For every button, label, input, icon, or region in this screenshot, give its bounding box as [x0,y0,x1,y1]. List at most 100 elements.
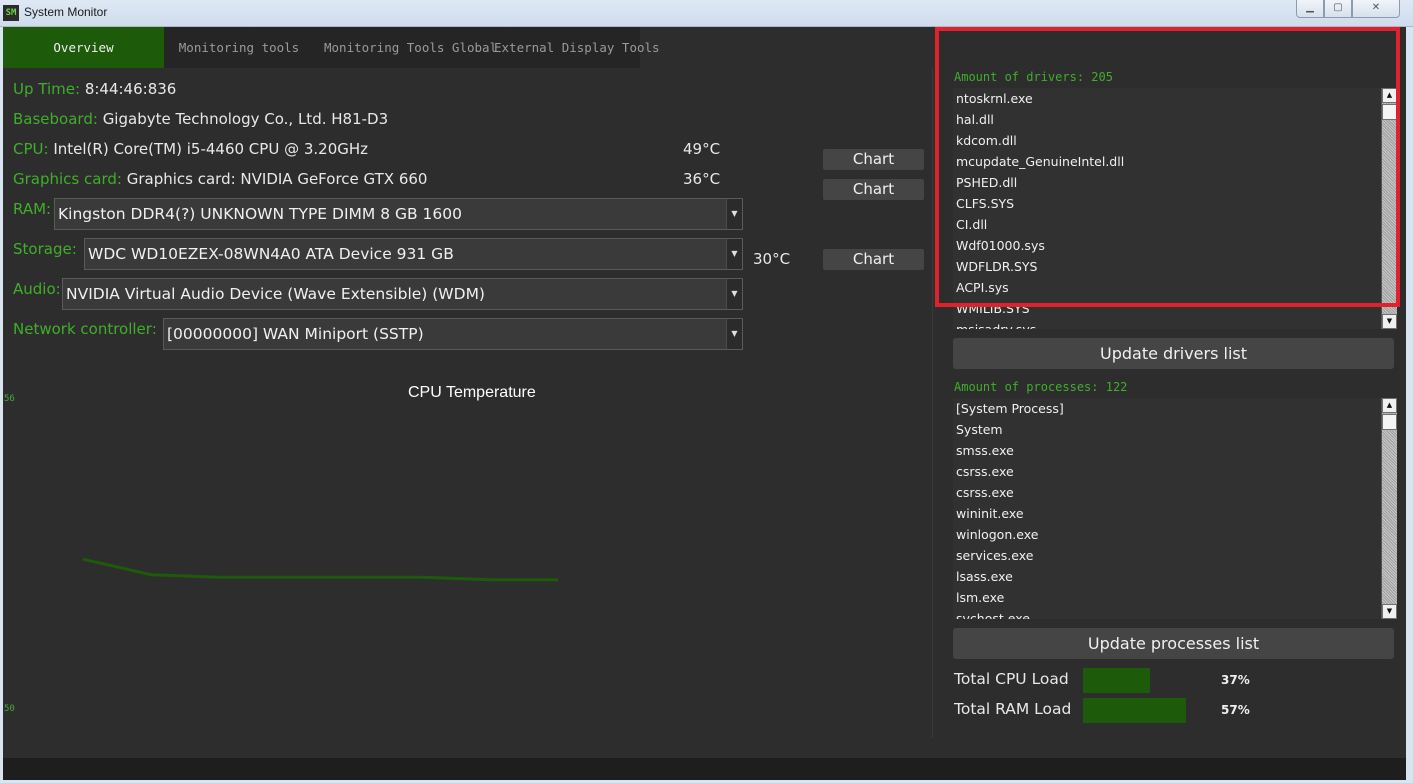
driver-list-item[interactable]: WMILIB.SYS [953,298,1397,319]
driver-list-item[interactable]: Wdf01000.sys [953,235,1397,256]
cpu-load-fill [1083,668,1150,693]
baseboard-row: Baseboard: Gigabyte Technology Co., Ltd.… [13,110,388,128]
chevron-down-icon[interactable]: ▼ [726,199,742,229]
cpu-load-bar: 37% [1083,668,1263,693]
ram-load-percent: 57% [1221,703,1250,717]
baseboard-value: Gigabyte Technology Co., Ltd. H81-D3 [102,110,389,128]
process-list-item[interactable]: services.exe [953,545,1397,566]
app-logo-icon: SM [3,5,19,21]
process-list-item[interactable]: wininit.exe [953,503,1397,524]
process-list-item[interactable]: csrss.exe [953,461,1397,482]
minimize-button[interactable]: ▁ [1296,0,1324,18]
scroll-thumb[interactable] [1382,104,1397,120]
tab-overview[interactable]: Overview [3,27,164,68]
baseboard-label: Baseboard: [13,110,98,128]
status-bar [3,758,1406,780]
driver-list-item[interactable]: kdcom.dll [953,130,1397,151]
storage-dropdown-value: WDC WD10EZEX-08WN4A0 ATA Device 931 GB [88,245,454,263]
process-list-item[interactable]: svchost.exe [953,608,1397,619]
tab-monitoring-tools-global[interactable]: Monitoring Tools Global [314,27,497,68]
process-list-item[interactable]: lsm.exe [953,587,1397,608]
ram-label: RAM: [13,200,51,218]
ram-load-fill [1083,698,1186,723]
gpu-row: Graphics card: Graphics card: NVIDIA GeF… [13,170,427,188]
processes-list[interactable]: [System Process] System smss.exe csrss.exe c… [953,398,1397,619]
gpu-label: Graphics card: [13,170,122,188]
process-list-item[interactable]: [System Process] [953,398,1397,419]
maximize-button[interactable]: ▢ [1324,0,1352,18]
scroll-up-icon[interactable]: ▲ [1382,398,1397,413]
driver-list-item[interactable]: WDFLDR.SYS [953,256,1397,277]
network-dropdown-value: [00000000] WAN Miniport (SSTP) [167,325,424,343]
process-list-item[interactable]: System [953,419,1397,440]
gpu-value: Graphics card: NVIDIA GeForce GTX 660 [126,170,428,188]
window-title: System Monitor [24,5,108,19]
audio-label-text: Audio: [13,280,61,298]
ram-label-text: RAM: [13,200,52,218]
scroll-up-icon[interactable]: ▲ [1382,88,1397,103]
storage-label-text: Storage: [13,240,77,258]
network-label: Network controller: [13,320,157,338]
process-list-item[interactable]: winlogon.exe [953,524,1397,545]
title-bar: SM System Monitor ▁ ▢ ✕ [0,0,1413,27]
ram-dropdown[interactable]: Kingston DDR4(?) UNKNOWN TYPE DIMM 8 GB … [54,198,743,230]
ram-load-bar: 57% [1083,698,1263,723]
update-drivers-button[interactable]: Update drivers list [953,338,1394,369]
chevron-down-icon[interactable]: ▼ [726,319,742,349]
network-dropdown[interactable]: [00000000] WAN Miniport (SSTP) ▼ [163,318,743,350]
cpu-label: CPU: [13,140,49,158]
uptime-label: Up Time: [13,80,81,98]
driver-list-item[interactable]: CLFS.SYS [953,193,1397,214]
storage-dropdown[interactable]: WDC WD10EZEX-08WN4A0 ATA Device 931 GB ▼ [84,238,743,270]
scroll-down-icon[interactable]: ▼ [1382,604,1397,619]
cpu-value: Intel(R) Core(TM) i5-4460 CPU @ 3.20GHz [53,140,369,158]
drivers-count-label: Amount of drivers: 205 [954,70,1113,84]
cpu-temperature: 49°C [683,140,721,158]
cpu-row: CPU: Intel(R) Core(TM) i5-4460 CPU @ 3.2… [13,140,368,158]
process-list-item[interactable]: lsass.exe [953,566,1397,587]
driver-list-item[interactable]: mcupdate_GenuineIntel.dll [953,151,1397,172]
storage-temperature: 30°C [753,250,791,268]
gpu-temperature: 36°C [683,170,721,188]
drivers-scrollbar[interactable]: ▲ ▼ [1381,88,1397,329]
audio-dropdown-value: NVIDIA Virtual Audio Device (Wave Extens… [66,285,485,303]
ram-dropdown-value: Kingston DDR4(?) UNKNOWN TYPE DIMM 8 GB … [58,205,463,223]
driver-list-item[interactable]: PSHED.dll [953,172,1397,193]
cpu-load-label: Total CPU Load [954,670,1069,688]
scroll-down-icon[interactable]: ▼ [1382,314,1397,329]
chart-series-line [82,557,558,582]
chevron-down-icon[interactable]: ▼ [726,239,742,269]
driver-list-item[interactable]: ACPI.sys [953,277,1397,298]
driver-list-item[interactable]: hal.dll [953,109,1397,130]
cpu-load-percent: 37% [1221,673,1250,687]
tab-bar: Overview Monitoring tools Monitoring Too… [3,27,660,68]
process-list-item[interactable]: csrss.exe [953,482,1397,503]
ram-load-label: Total RAM Load [954,700,1072,718]
processes-count-label: Amount of processes: 122 [954,380,1128,394]
scroll-thumb[interactable] [1382,414,1397,430]
audio-label: Audio: [13,280,61,298]
process-list-item[interactable]: smss.exe [953,440,1397,461]
cpu-temperature-chart [82,557,558,582]
driver-list-item[interactable]: CI.dll [953,214,1397,235]
chevron-down-icon[interactable]: ▼ [726,279,742,309]
storage-chart-button[interactable]: Chart [823,249,924,270]
tab-monitoring-tools[interactable]: Monitoring tools [164,27,314,68]
cpu-chart-button[interactable]: Chart [823,149,924,170]
driver-list-item[interactable]: msisadrv.sys [953,319,1397,329]
driver-list-item[interactable]: ntoskrnl.exe [953,88,1397,109]
drivers-list-items: ntoskrnl.exe hal.dll kdcom.dll mcupdate_Gen… [953,88,1397,329]
uptime-value: 8:44:46:836 [84,80,177,98]
drivers-list[interactable]: ntoskrnl.exe hal.dll kdcom.dll mcupdate_Gen… [953,88,1397,329]
close-button[interactable]: ✕ [1352,0,1400,18]
storage-label: Storage: [13,240,77,258]
tab-external-display-tools[interactable]: External Display Tools [484,27,660,68]
uptime-row: Up Time: 8:44:46:836 [13,80,176,98]
update-processes-button[interactable]: Update processes list [953,628,1394,659]
panel-divider [932,68,933,738]
gpu-chart-button[interactable]: Chart [823,179,924,200]
audio-dropdown[interactable]: NVIDIA Virtual Audio Device (Wave Extens… [62,278,743,310]
processes-list-items: [System Process] System smss.exe csrss.exe c… [953,398,1397,619]
window-controls: ▁ ▢ ✕ [1296,0,1400,18]
processes-scrollbar[interactable]: ▲ ▼ [1381,398,1397,619]
